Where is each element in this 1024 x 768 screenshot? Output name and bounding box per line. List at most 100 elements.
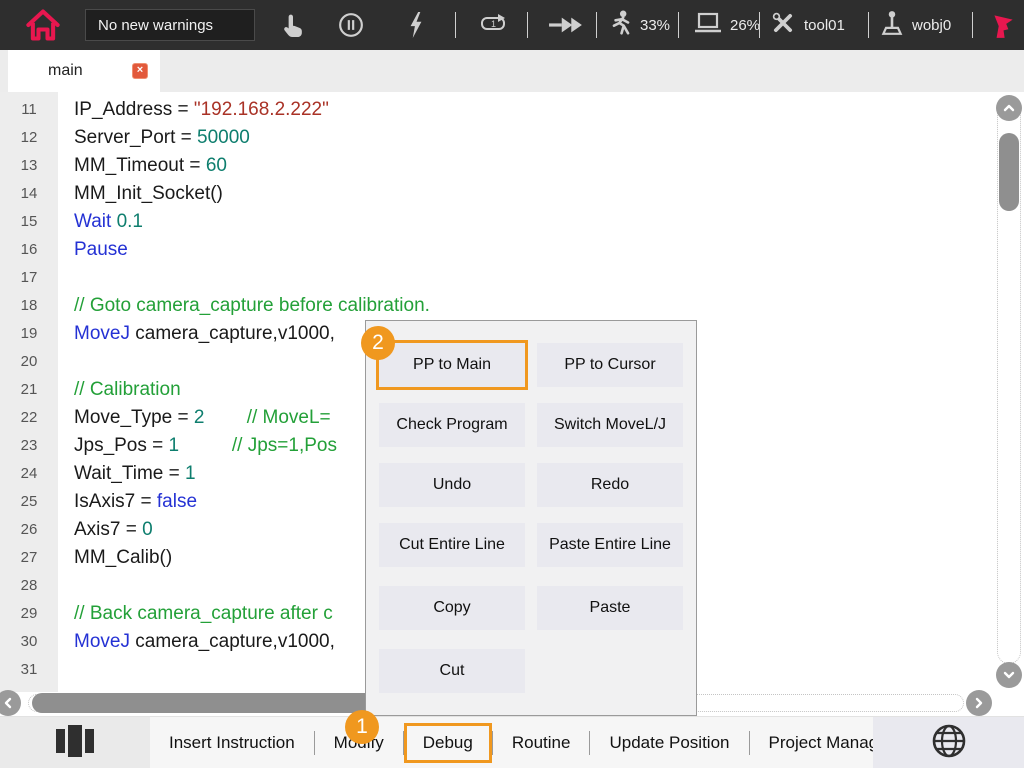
annotation-badge-2: 2 — [361, 326, 395, 360]
lightning-icon[interactable] — [408, 12, 424, 38]
topbar-separator — [678, 12, 679, 38]
debug-button[interactable]: Debug — [404, 723, 492, 763]
scroll-left-button[interactable] — [0, 690, 21, 716]
pp-to-main-button[interactable]: PP to Main — [379, 343, 525, 387]
paste-entire-line-button[interactable]: Paste Entire Line — [537, 523, 683, 567]
globe-icon — [931, 723, 967, 764]
pause-icon[interactable] — [338, 12, 364, 38]
screen: No new warnings 1 — [0, 0, 1024, 768]
tab-close-icon[interactable]: × — [132, 63, 148, 79]
code-line-15[interactable]: 15 Wait 0.1 — [0, 208, 985, 236]
cut-button[interactable]: Cut — [379, 649, 525, 693]
redo-button[interactable]: Redo — [537, 463, 683, 507]
code-text: // Goto camera_capture before calibratio… — [74, 295, 430, 317]
code-text: MM_Calib() — [74, 547, 172, 569]
tools-icon — [770, 10, 796, 40]
copy-button[interactable]: Copy — [379, 586, 525, 630]
code-line-13[interactable]: 13 MM_Timeout = 60 — [0, 152, 985, 180]
code-text: MM_Init_Socket() — [74, 183, 223, 205]
robot-icon[interactable] — [990, 10, 1016, 40]
line-number: 15 — [0, 208, 58, 236]
undo-button[interactable]: Undo — [379, 463, 525, 507]
program-speed-indicator[interactable]: 26% — [694, 12, 760, 38]
topbar-separator — [596, 12, 597, 38]
line-number: 31 — [0, 656, 58, 684]
code-text: MM_Timeout = 60 — [74, 155, 227, 177]
home-icon[interactable] — [25, 8, 61, 42]
tab-bar: main × — [0, 50, 1024, 92]
hand-pointer-icon[interactable] — [282, 13, 304, 37]
code-text: // Back camera_capture after c — [74, 603, 333, 625]
line-number: 18 — [0, 292, 58, 320]
insert-instruction-button[interactable]: Insert Instruction — [150, 733, 314, 753]
scroll-right-button[interactable] — [966, 690, 992, 716]
line-number: 20 — [0, 348, 58, 376]
bottom-toolbar: Insert InstructionModifyDebugRoutineUpda… — [0, 716, 1024, 768]
pp-to-cursor-button[interactable]: PP to Cursor — [537, 343, 683, 387]
code-text: Axis7 = 0 — [74, 519, 153, 541]
line-number: 30 — [0, 628, 58, 656]
code-text: // Calibration — [74, 379, 181, 401]
run-speed-indicator[interactable]: 33% — [610, 10, 670, 40]
runner-icon — [610, 10, 632, 40]
code-text: MoveJ camera_capture,v1000, — [74, 323, 335, 345]
workobject-indicator[interactable]: wobj0 — [880, 10, 951, 40]
routine-button[interactable]: Routine — [493, 733, 590, 753]
fast-forward-icon[interactable] — [548, 16, 584, 34]
code-line-17[interactable]: 17 — [0, 264, 985, 292]
topbar-separator — [759, 12, 760, 38]
code-line-14[interactable]: 14MM_Init_Socket() — [0, 180, 985, 208]
switch-movel-j-button[interactable]: Switch MoveL/J — [537, 403, 683, 447]
panel-icon — [55, 724, 95, 763]
topbar-separator — [527, 12, 528, 38]
line-number: 11 — [0, 96, 58, 124]
scroll-up-button[interactable] — [996, 95, 1022, 121]
check-program-button[interactable]: Check Program — [379, 403, 525, 447]
code-text: Pause — [74, 239, 128, 261]
code-line-11[interactable]: 11IP_Address = "192.168.2.222" — [0, 96, 985, 124]
scroll-down-button[interactable] — [996, 662, 1022, 688]
tab-main-label: main — [48, 62, 83, 80]
topbar-separator — [868, 12, 869, 38]
line-number: 23 — [0, 432, 58, 460]
line-number: 19 — [0, 320, 58, 348]
line-number: 24 — [0, 460, 58, 488]
cut-entire-line-button[interactable]: Cut Entire Line — [379, 523, 525, 567]
topbar-separator — [972, 12, 973, 38]
status-message: No new warnings — [98, 17, 213, 34]
tool-name: tool01 — [804, 17, 845, 34]
topbar-separator — [455, 12, 456, 38]
debug-popup-menu: PP to Main PP to Cursor Check Program Switc… — [365, 320, 697, 716]
code-line-16[interactable]: 16 Pause — [0, 236, 985, 264]
line-number: 26 — [0, 516, 58, 544]
code-text: Wait 0.1 — [74, 211, 143, 233]
line-number: 13 — [0, 152, 58, 180]
line-number: 29 — [0, 600, 58, 628]
repeat-once-icon[interactable]: 1 — [478, 14, 508, 36]
annotation-badge-1: 1 — [345, 710, 379, 744]
line-number: 28 — [0, 572, 58, 600]
paste-button[interactable]: Paste — [537, 586, 683, 630]
line-number: 27 — [0, 544, 58, 572]
code-text: IsAxis7 = false — [74, 491, 197, 513]
code-text: Jps_Pos = 1 // Jps=1,Pos — [74, 435, 337, 457]
svg-text:1: 1 — [491, 19, 496, 29]
joystick-icon — [880, 10, 904, 40]
tool-indicator[interactable]: tool01 — [770, 10, 845, 40]
vertical-scroll-thumb[interactable] — [999, 133, 1019, 211]
status-message-box[interactable]: No new warnings — [85, 9, 255, 41]
code-text: Move_Type = 2 // MoveL= — [74, 407, 331, 429]
tab-main[interactable]: main × — [8, 50, 160, 92]
laptop-icon — [694, 12, 722, 38]
line-number: 21 — [0, 376, 58, 404]
language-panel[interactable] — [873, 717, 1024, 768]
top-status-bar: No new warnings 1 — [0, 0, 1024, 50]
line-number: 17 — [0, 264, 58, 292]
code-text: Wait_Time = 1 — [74, 463, 196, 485]
line-number: 16 — [0, 236, 58, 264]
workobject-name: wobj0 — [912, 17, 951, 34]
update-position-button[interactable]: Update Position — [590, 733, 748, 753]
code-line-18[interactable]: 18 // Goto camera_capture before calibrat… — [0, 292, 985, 320]
panel-toggle-button[interactable] — [0, 717, 150, 768]
code-line-12[interactable]: 12Server_Port = 50000 — [0, 124, 985, 152]
